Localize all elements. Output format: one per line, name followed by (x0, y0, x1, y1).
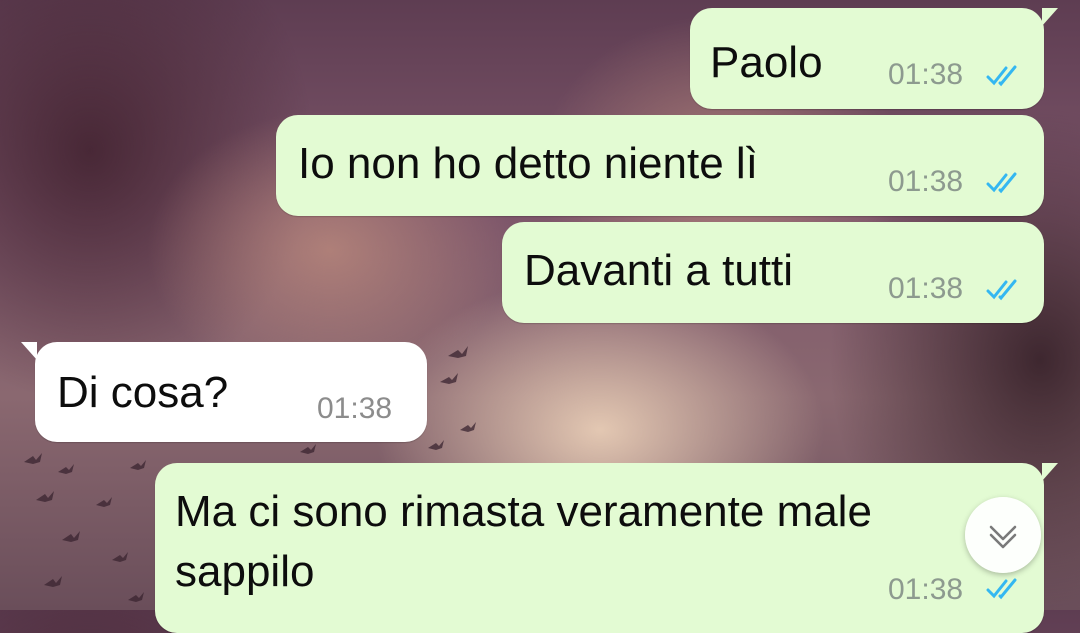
message-text: Davanti a tutti (524, 246, 794, 295)
message-time: 01:38 (317, 392, 393, 425)
message-text: Io non ho detto niente lì (298, 139, 758, 188)
message-time: 01:38 (888, 58, 964, 91)
message-bubble-outgoing[interactable]: Davanti a tutti 01:38 (502, 222, 1044, 323)
message-time: 01:38 (888, 165, 964, 198)
double-check-read-icon (986, 279, 1017, 301)
message-text: Di cosa? (57, 368, 229, 417)
message-bubble-incoming[interactable]: Di cosa? 01:38 (21, 342, 427, 442)
message-time: 01:38 (888, 573, 964, 606)
double-check-read-icon (986, 578, 1017, 600)
message-text-line-2: sappilo (175, 547, 315, 596)
message-text-line-1: Ma ci sono rimasta veramente male (175, 487, 872, 536)
double-check-read-icon (986, 65, 1017, 87)
scroll-to-bottom-button[interactable] (965, 497, 1041, 573)
message-bubble-outgoing[interactable]: Paolo 01:38 (690, 8, 1058, 109)
message-bubble-outgoing[interactable]: Io non ho detto niente lì 01:38 (276, 115, 1044, 216)
message-time: 01:38 (888, 272, 964, 305)
message-bubble-outgoing[interactable]: Ma ci sono rimasta veramente male sappil… (155, 463, 1058, 633)
chevron-down-icon (989, 525, 1017, 549)
message-text: Paolo (710, 38, 823, 87)
double-check-read-icon (986, 172, 1017, 194)
